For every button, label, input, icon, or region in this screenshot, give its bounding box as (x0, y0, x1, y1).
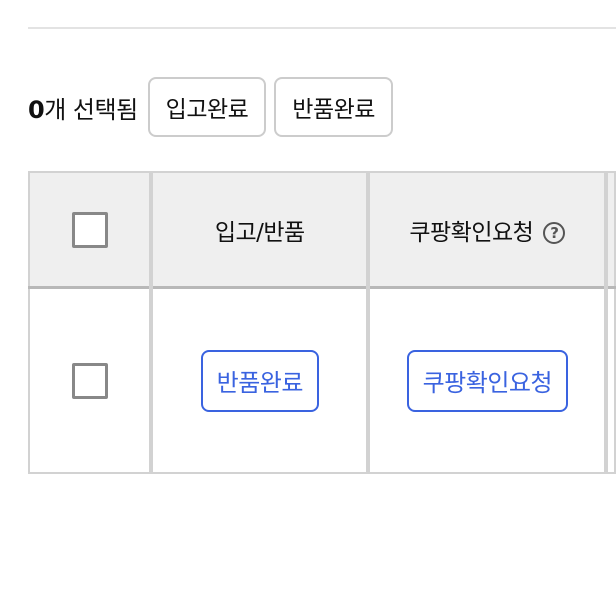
row-select-cell (27, 286, 153, 474)
table-header-row: 입고/반품 쿠팡확인요청? (27, 171, 616, 289)
coupang-check-request-button[interactable]: 쿠팡확인요청 (406, 349, 569, 412)
row-coupang-cell: 쿠팡확인요청 (366, 286, 608, 474)
bulk-receive-complete-button[interactable]: 입고완료 (147, 77, 267, 137)
selected-count-suffix: 개 선택됨 (44, 95, 138, 124)
help-icon[interactable]: ? (543, 222, 566, 244)
row-checkbox[interactable] (71, 362, 108, 399)
return-complete-button[interactable]: 반품완료 (200, 349, 319, 412)
row-status-cell: 반품완료 (149, 286, 370, 474)
row-next-cell (604, 286, 616, 474)
top-divider (28, 27, 616, 29)
header-coupang-check: 쿠팡확인요청? (366, 171, 608, 289)
header-coupang-check-label: 쿠팡확인요청 (409, 219, 534, 246)
header-select-all-cell (27, 171, 153, 289)
selected-count-number: 0 (28, 95, 45, 124)
bulk-action-toolbar: 0개 선택됨 입고완료 반품완료 (28, 75, 401, 139)
header-next-column (604, 171, 616, 289)
table-row: 반품완료 쿠팡확인요청 (27, 286, 616, 474)
shipments-table: 입고/반품 쿠팡확인요청? 반품완료 쿠팡확인요청 (27, 171, 616, 474)
selected-count-label: 0개 선택됨 (28, 90, 138, 125)
bulk-return-complete-button[interactable]: 반품완료 (274, 77, 393, 137)
header-inout: 입고/반품 (149, 171, 370, 289)
select-all-checkbox[interactable] (71, 211, 108, 248)
